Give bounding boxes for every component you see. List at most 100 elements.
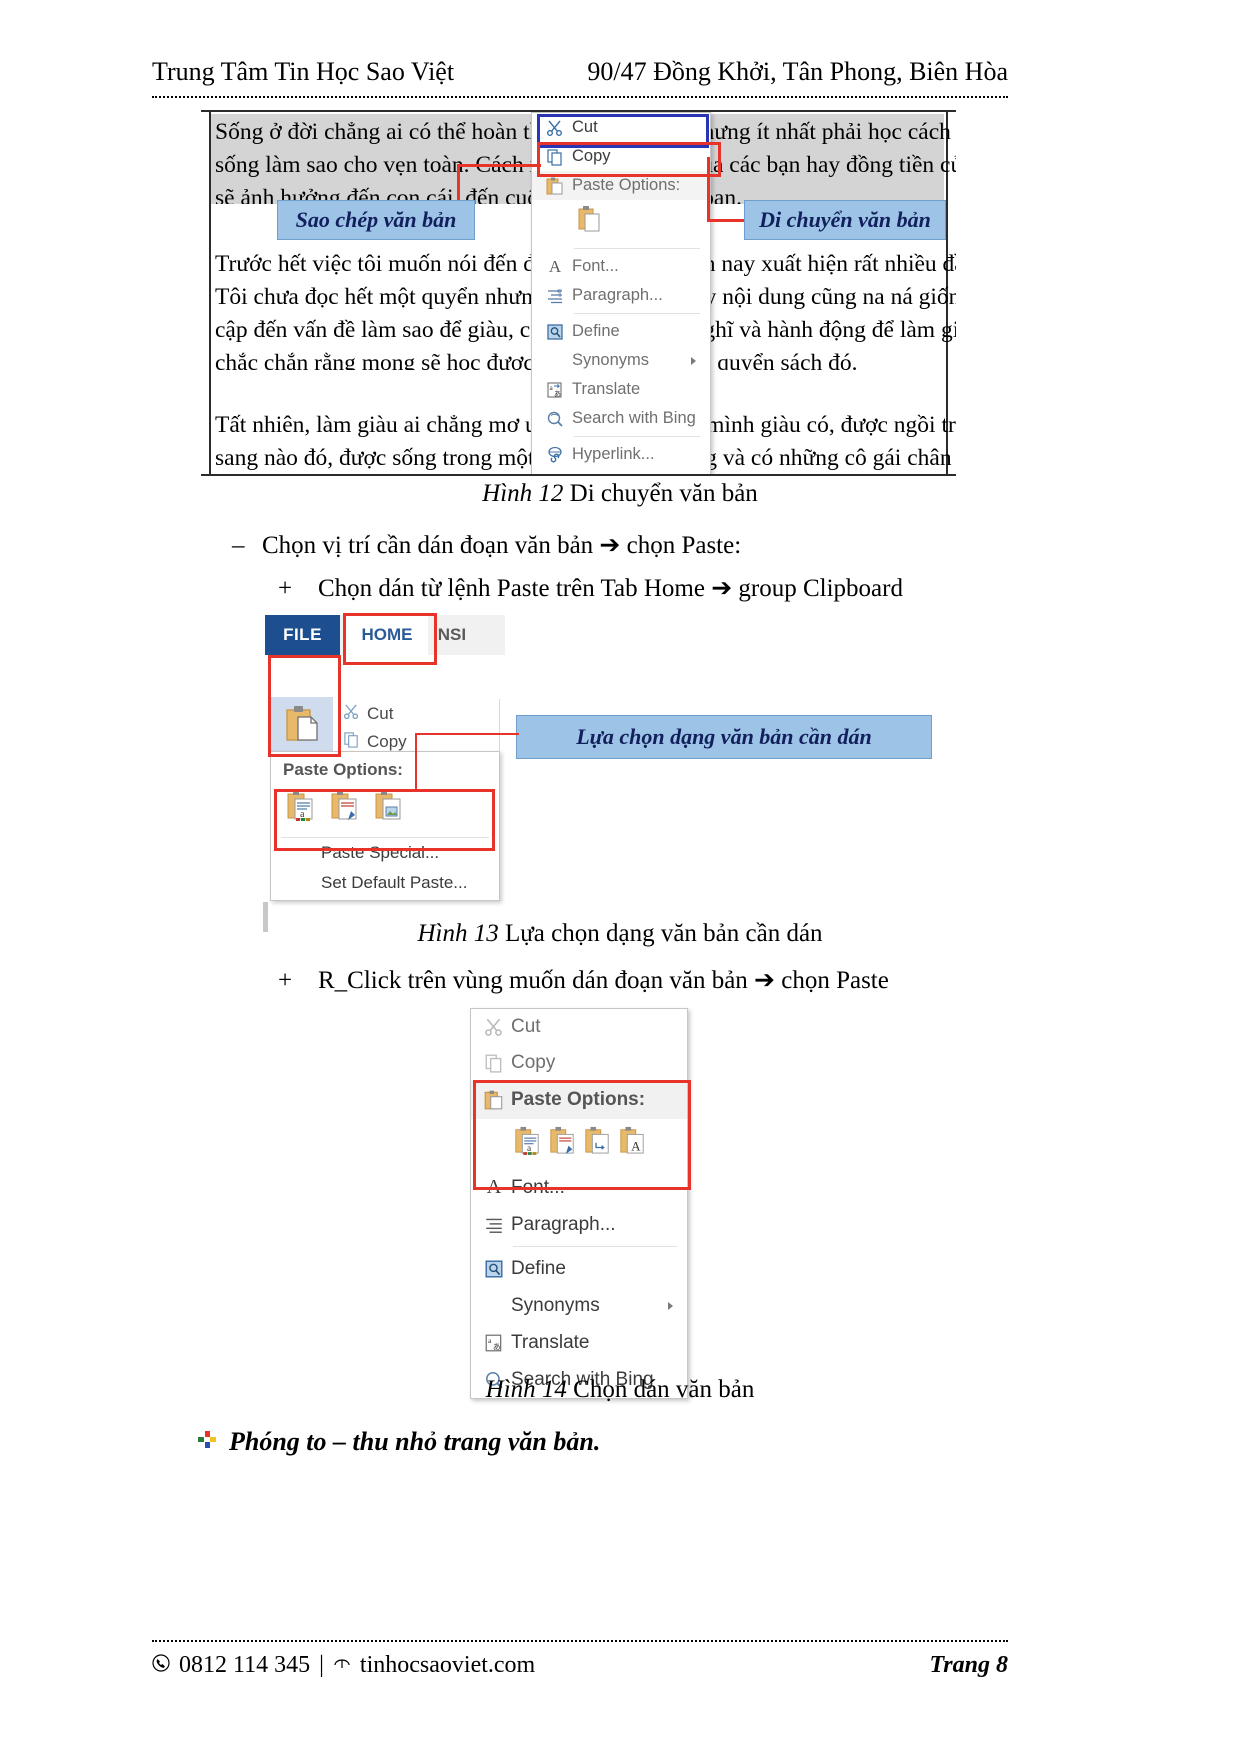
context-menu-item-translate[interactable]: a あ Translate — [471, 1324, 687, 1361]
figure-14-caption-number: Hình 14 — [485, 1376, 567, 1403]
leader-line-move-h — [707, 219, 744, 222]
sub-bullet-plus-marker: + — [278, 575, 293, 602]
svg-text:¶: ¶ — [557, 288, 562, 298]
font-a-icon: A — [548, 256, 562, 276]
sub-bullet-text-rclick-paste: R_Click trên vùng muốn dán đoạn văn bản … — [318, 967, 889, 994]
paragraph-icon: ¶ — [538, 283, 572, 309]
context-menu-item-label: New Comment — [572, 474, 710, 476]
context-menu-item-search-with-bing[interactable]: Search with Bing — [532, 404, 710, 433]
context-menu-item-label: Synonyms — [572, 351, 650, 369]
footer-phone: 0812 114 345 — [179, 1652, 311, 1678]
context-menu-item-synonyms[interactable]: Synonyms — [471, 1287, 687, 1324]
context-menu-item-paragraph[interactable]: ¶ Paragraph... — [532, 281, 710, 310]
callout-label: Lựa chọn dạng văn bản cần dán — [576, 724, 872, 749]
context-menu-item-label: Search with Bing — [572, 409, 696, 427]
context-menu-item-label: Copy — [511, 1052, 556, 1073]
define-icon — [538, 319, 572, 345]
none-icon — [538, 348, 572, 374]
define-icon — [477, 1256, 511, 1282]
section-heading-row: Phóng to – thu nhỏ trang văn bản. — [197, 1427, 600, 1457]
context-menu-item-cut[interactable]: Cut — [471, 1009, 687, 1045]
svg-text:あ: あ — [493, 1342, 501, 1351]
figure-13-caption-text: Lựa chọn dạng văn bản cần dán — [504, 920, 823, 947]
figure-12-image: Sống ở đời chẳng ai có thể hoàn thiện mì… — [201, 110, 956, 476]
header-right-text: 90/47 Đồng Khởi, Tân Phong, Biên Hòa — [587, 57, 1008, 86]
ribbon-cut-command[interactable]: Cut — [343, 703, 393, 725]
footer-page-number: Trang 8 — [929, 1652, 1008, 1678]
tab-file[interactable]: FILE — [265, 615, 340, 655]
callout-copy-text: Sao chép văn bản — [277, 200, 475, 240]
context-menu-item-synonyms[interactable]: Synonyms — [532, 346, 710, 375]
context-menu-separator — [574, 436, 700, 437]
paste-keep-source-formatting-icon[interactable] — [576, 204, 602, 239]
paste-options-gallery[interactable] — [532, 200, 710, 245]
globe-icon — [333, 1652, 351, 1679]
page-header: Trung Tâm Tin Học Sao Việt 90/47 Đồng Kh… — [152, 57, 1008, 87]
bullet-dash-marker: – — [232, 532, 245, 559]
document-page: Trung Tâm Tin Học Sao Việt 90/47 Đồng Kh… — [0, 0, 1240, 1753]
context-menu-item-label: Hyperlink... — [572, 445, 655, 463]
context-menu-item-copy[interactable]: Copy — [471, 1045, 687, 1081]
chevron-right-icon — [691, 356, 696, 365]
copy-highlight-box — [537, 142, 721, 177]
context-menu-item-label: Translate — [572, 380, 641, 398]
paste-gallery-highlight-box — [274, 789, 495, 851]
four-square-bullet-icon — [197, 1430, 217, 1455]
callout-label: Sao chép văn bản — [295, 207, 457, 232]
leader-line-gallery-v — [415, 733, 417, 791]
leader-line-move-v — [707, 157, 710, 220]
section-heading-text: Phóng to – thu nhỏ trang văn bản. — [229, 1427, 601, 1456]
context-menu-item-paragraph[interactable]: Paragraph... — [471, 1206, 687, 1243]
context-menu-item-font[interactable]: A Font... — [532, 252, 710, 281]
context-menu-item-label: Cut — [511, 1016, 541, 1037]
none-icon — [477, 1293, 511, 1319]
figure-13-caption-number: Hình 13 — [417, 920, 499, 947]
phone-icon — [152, 1652, 170, 1679]
figure-12-caption: Hình 12 Di chuyển văn bản — [0, 480, 1240, 508]
context-menu-separator — [513, 1246, 677, 1247]
figure-14-caption-text: Chọn dán văn bản — [573, 1376, 755, 1403]
context-menu-item-translate[interactable]: a あ Translate — [532, 375, 710, 404]
context-menu-item-new-comment[interactable]: New Comment — [532, 469, 710, 476]
copy-icon — [343, 731, 360, 753]
context-menu-item-define[interactable]: Define — [471, 1250, 687, 1287]
figure-13-image: FILE HOME INSI Paste — [263, 613, 517, 932]
comment-icon — [538, 471, 572, 475]
home-tab-highlight-box — [343, 613, 437, 665]
context-menu-item-hyperlink[interactable]: Hyperlink... — [532, 440, 710, 469]
leader-line-gallery-h — [415, 733, 517, 735]
tab-insert-label: INSI — [433, 625, 467, 644]
context-menu-item-label: Define — [511, 1257, 566, 1279]
tab-insert[interactable]: INSI — [433, 615, 505, 655]
ribbon-cut-label: Cut — [367, 704, 394, 723]
sub-bullet-text-ribbon-paste: Chọn dán từ lệnh Paste trên Tab Home ➔ g… — [318, 575, 903, 602]
bing-icon — [538, 406, 572, 432]
callout-label: Di chuyển văn bản — [759, 207, 931, 232]
bullet-text-choose-paste: Chọn vị trí cần dán đoạn văn bản ➔ chọn … — [262, 532, 742, 559]
sub-bullet-plus-marker: + — [278, 967, 293, 994]
context-menu-item-label: Paragraph... — [511, 1213, 616, 1235]
callout-move-text: Di chuyển văn bản — [744, 200, 946, 240]
context-menu-separator — [574, 313, 700, 314]
figure-14-image: Cut Copy Paste Options: a A A Font... Pa… — [470, 1008, 691, 1399]
context-menu-item-label: Define — [572, 322, 620, 340]
context-menu-item-label: Font... — [572, 257, 619, 275]
context-menu-item-define[interactable]: Define — [532, 317, 710, 346]
ribbon-copy-label: Copy — [367, 732, 407, 751]
tab-file-label: FILE — [283, 625, 322, 644]
context-menu[interactable]: Cut Copy — [470, 1008, 688, 1399]
set-default-paste-item[interactable]: Set Default Paste... — [271, 868, 499, 898]
context-menu-item-label: Paragraph... — [572, 286, 663, 304]
paste-button-highlight-box — [268, 655, 341, 757]
context-menu-item-label: Translate — [511, 1331, 590, 1353]
footer-website[interactable]: tinhocsaoviet.com — [360, 1652, 535, 1679]
translate-icon: a あ — [477, 1330, 511, 1356]
figure-12-caption-text: Di chuyển văn bản — [569, 480, 758, 507]
context-menu-item-label: Synonyms — [511, 1294, 600, 1316]
ribbon-copy-command[interactable]: Copy — [343, 731, 407, 753]
context-menu-separator — [574, 248, 700, 249]
footer-divider — [152, 1640, 1008, 1642]
figure-12-caption-number: Hình 12 — [482, 480, 564, 507]
header-left-text: Trung Tâm Tin Học Sao Việt — [152, 57, 455, 86]
footer-separator: | — [319, 1652, 324, 1678]
